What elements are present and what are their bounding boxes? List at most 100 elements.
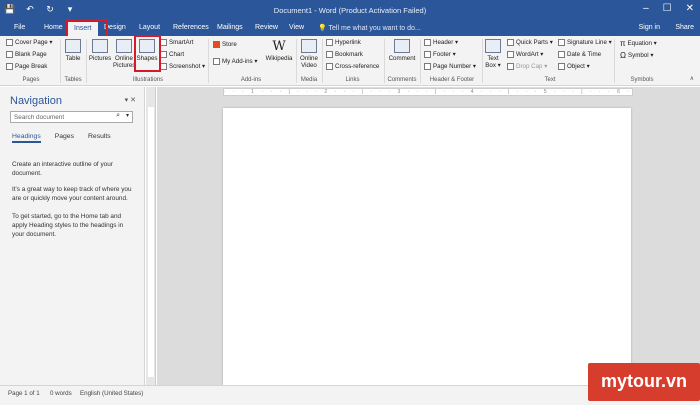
page-number-button[interactable]: Page Number ▾ — [424, 63, 476, 70]
group-label-pages: Pages — [22, 77, 40, 83]
document-page[interactable] — [223, 108, 631, 385]
drop-cap-button[interactable]: Drop Cap ▾ — [507, 63, 547, 70]
table-icon — [65, 39, 81, 53]
cover-page-icon — [6, 39, 13, 46]
tab-view[interactable]: View — [289, 24, 304, 31]
smartart-button[interactable]: SmartArt — [160, 39, 193, 46]
footer-button[interactable]: Footer ▾ — [424, 51, 456, 58]
page-break-button[interactable]: Page Break — [6, 63, 47, 70]
tab-mailings[interactable]: Mailings — [217, 24, 243, 31]
tab-references[interactable]: References — [173, 24, 209, 31]
group-label-tables: Tables — [64, 77, 82, 83]
my-addins-button[interactable]: My Add-ins ▾ — [213, 58, 257, 65]
watermark-logo: mytour.vn — [588, 363, 700, 401]
navigation-tabs: Headings Pages Results — [12, 133, 111, 143]
quick-parts-icon — [507, 39, 514, 46]
group-separator — [208, 39, 209, 83]
navigation-pane-controls[interactable]: ▾ ✕ — [125, 96, 136, 104]
navigation-help-3: To get started, go to the Home tab and a… — [12, 213, 124, 238]
online-pictures-button[interactable]: Online Pictures — [113, 39, 135, 69]
wikipedia-icon: W — [272, 39, 286, 54]
group-separator — [296, 39, 297, 83]
page-number-icon — [424, 63, 431, 70]
symbol-button[interactable]: Ω Symbol ▾ — [620, 51, 653, 60]
wordart-button[interactable]: WordArt ▾ — [507, 51, 543, 58]
horizontal-ruler[interactable]: · · · 1 · · · | · · · 2 · · · | · · · 3 … — [223, 88, 633, 96]
share-button[interactable]: Share — [675, 24, 694, 31]
drop-cap-icon — [507, 63, 514, 70]
screenshot-button[interactable]: Screenshot ▾ — [160, 63, 205, 70]
tab-layout[interactable]: Layout — [139, 24, 160, 31]
search-document-input[interactable]: Search document ⌕ ▾ — [10, 111, 133, 123]
pi-icon: π — [620, 39, 626, 48]
header-button[interactable]: Header ▾ — [424, 39, 458, 46]
vertical-ruler[interactable] — [146, 87, 156, 385]
store-button[interactable]: Store — [213, 41, 237, 48]
wordart-icon — [507, 51, 514, 58]
group-separator — [420, 39, 421, 83]
tab-file[interactable]: File — [14, 24, 25, 31]
maximize-icon[interactable]: ☐ — [663, 3, 672, 14]
cross-reference-button[interactable]: Cross-reference — [326, 63, 379, 70]
group-label-illustrations: Illustrations — [132, 77, 164, 83]
word-count[interactable]: 0 words — [50, 390, 72, 397]
sign-in-link[interactable]: Sign in — [639, 24, 660, 31]
pictures-icon — [92, 39, 108, 53]
hyperlink-button[interactable]: Hyperlink — [326, 39, 361, 46]
tab-results[interactable]: Results — [88, 133, 111, 143]
group-label-comments: Comments — [387, 77, 417, 83]
collapse-ribbon-icon[interactable]: ∧ — [690, 75, 694, 82]
group-label-symbols: Symbols — [630, 77, 654, 83]
hyperlink-icon — [326, 39, 333, 46]
smartart-icon — [160, 39, 167, 46]
navigation-title: Navigation — [10, 95, 62, 107]
ribbon: Cover Page ▾ Blank Page Page Break Pages… — [0, 36, 700, 86]
navigation-help-1: Create an interactive outline of your do… — [12, 161, 113, 177]
online-pictures-icon — [116, 39, 132, 53]
group-separator — [60, 39, 61, 83]
page-break-icon — [6, 63, 13, 70]
signature-line-button[interactable]: Signature Line ▾ — [558, 39, 612, 46]
document-title: Document1 - Word (Product Activation Fai… — [273, 6, 427, 15]
language-indicator[interactable]: English (United States) — [80, 390, 143, 397]
search-icon[interactable]: ⌕ — [116, 112, 120, 120]
navigation-help-2: It's a great way to keep track of where … — [12, 186, 132, 202]
group-label-addins: Add-ins — [240, 77, 262, 83]
online-video-button[interactable]: Online Video — [298, 39, 320, 69]
comment-icon — [394, 39, 410, 53]
tab-pages[interactable]: Pages — [55, 133, 74, 143]
tell-me-box[interactable]: 💡 Tell me what you want to do... — [318, 24, 421, 32]
pictures-button[interactable]: Pictures — [88, 39, 112, 62]
tab-home[interactable]: Home — [44, 24, 63, 31]
group-label-header-footer: Header & Footer — [429, 77, 475, 83]
comment-button[interactable]: Comment — [387, 39, 417, 62]
store-icon — [213, 41, 220, 48]
blank-page-button[interactable]: Blank Page — [6, 51, 47, 58]
group-separator — [614, 39, 615, 83]
group-separator — [322, 39, 323, 83]
bookmark-button[interactable]: Bookmark — [326, 51, 363, 58]
table-button[interactable]: Table — [63, 39, 83, 62]
page-count[interactable]: Page 1 of 1 — [8, 390, 40, 397]
object-button[interactable]: Object ▾ — [558, 63, 590, 70]
date-time-button[interactable]: Date & Time — [558, 51, 601, 58]
header-icon — [424, 39, 431, 46]
close-icon[interactable]: ✕ — [686, 3, 694, 14]
minimize-icon[interactable]: – — [643, 3, 649, 14]
my-addins-icon — [213, 58, 220, 65]
cover-page-button[interactable]: Cover Page ▾ — [6, 39, 53, 46]
object-icon — [558, 63, 565, 70]
quick-parts-button[interactable]: Quick Parts ▾ — [507, 39, 553, 46]
chevron-down-icon[interactable]: ▾ — [126, 112, 129, 119]
group-label-media: Media — [300, 77, 318, 83]
screenshot-icon — [160, 63, 167, 70]
tab-headings[interactable]: Headings — [12, 133, 41, 143]
text-box-button[interactable]: Text Box ▾ — [484, 39, 502, 69]
vertical-ruler-track — [148, 107, 154, 377]
chart-button[interactable]: Chart — [160, 51, 184, 58]
shapes-highlight — [134, 35, 161, 72]
tab-review[interactable]: Review — [255, 24, 278, 31]
blank-page-icon — [6, 51, 13, 58]
equation-button[interactable]: π Equation ▾ — [620, 39, 657, 48]
wikipedia-button[interactable]: W Wikipedia — [264, 39, 294, 62]
